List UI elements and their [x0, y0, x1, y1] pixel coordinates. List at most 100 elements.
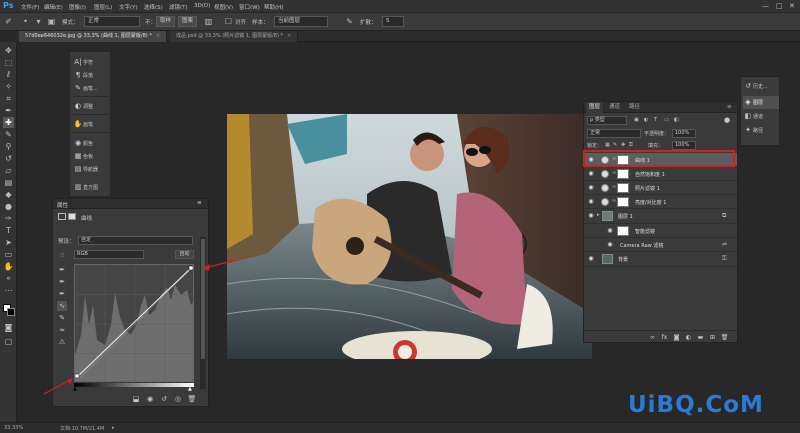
sample-select[interactable]: 当前图层 — [274, 16, 328, 27]
pattern-picker-icon[interactable]: ▥ — [203, 16, 214, 27]
lock-position-icon[interactable]: ✥ — [621, 142, 625, 148]
brush-tool-icon[interactable]: ✎ — [3, 129, 14, 140]
channel-select[interactable]: RGB — [74, 250, 144, 259]
document-tab-active[interactable]: 57d0ee646032e.jpg @ 33.3% (曲线 1, 图层蒙版/8)… — [19, 31, 168, 42]
filter-shape-icon[interactable]: ▭ — [664, 117, 669, 123]
move-tool-icon[interactable]: ✥ — [3, 45, 14, 56]
tab-layers[interactable]: 图层 — [586, 102, 604, 113]
pen-tool-icon[interactable]: ✑ — [3, 213, 14, 224]
visibility-eye-icon[interactable]: ◉ — [587, 170, 595, 178]
panel-histogram[interactable]: ▥ 直方图 — [73, 181, 111, 193]
lock-transparent-icon[interactable]: ▦ — [605, 142, 610, 148]
menu-view[interactable]: 视图(V) — [214, 3, 233, 11]
preset-select[interactable]: 自定 — [78, 236, 193, 245]
smooth-curve-icon[interactable]: ≈ — [57, 325, 67, 335]
visibility-eye-icon[interactable]: ◉ — [587, 184, 595, 192]
link-layers-icon[interactable]: ∞ — [648, 333, 657, 342]
crop-tool-icon[interactable]: ⌗ — [3, 93, 14, 104]
menu-window[interactable]: 窗口(W) — [239, 3, 260, 11]
lock-image-icon[interactable]: ✎ — [613, 142, 617, 148]
layer-row[interactable]: ◉ Camera Raw 滤镜 ⇌ — [584, 238, 737, 252]
clip-to-layer-icon[interactable]: ⬓ — [131, 394, 141, 404]
path-select-tool-icon[interactable]: ➤ — [3, 237, 14, 248]
history-brush-tool-icon[interactable]: ↺ — [3, 153, 14, 164]
tab-channels[interactable]: 通道 — [606, 102, 623, 113]
layer-row[interactable]: ◉ ▸ 图层 1 ⧉ — [584, 209, 737, 224]
scrollbar-thumb[interactable] — [201, 239, 205, 359]
opacity-input[interactable]: 100% — [672, 129, 696, 138]
layer-row[interactable]: ◉ ∞ 亮度/对比度 1 — [584, 195, 737, 209]
expand-arrow-icon[interactable]: ▸ — [597, 212, 600, 218]
panel-color[interactable]: ◉ 颜色 — [73, 137, 111, 149]
menu-image[interactable]: 图像(I) — [69, 3, 86, 11]
visibility-eye-icon[interactable]: ◉ — [587, 198, 595, 206]
quick-select-tool-icon[interactable]: ✧ — [3, 81, 14, 92]
eraser-tool-icon[interactable]: ▱ — [3, 165, 14, 176]
black-point-eyedropper-icon[interactable]: ✒ — [57, 265, 67, 275]
zoom-level[interactable]: 33.33% — [4, 425, 23, 431]
healing-brush-tool-icon[interactable]: ✐ — [3, 16, 14, 27]
zoom-tool-icon[interactable]: ⚬ — [3, 273, 14, 284]
hand-tool-icon[interactable]: ✋ — [3, 261, 14, 272]
fill-input[interactable]: 100% — [672, 141, 696, 150]
marquee-tool-icon[interactable]: ⬚ — [3, 57, 14, 68]
blur-tool-icon[interactable]: ◆ — [3, 189, 14, 200]
menu-file[interactable]: 文件(F) — [21, 3, 39, 11]
filter-type-icon[interactable]: T — [654, 117, 657, 123]
healing-brush-tool-icon[interactable]: ✚ — [3, 117, 14, 128]
panel-swatches[interactable]: ▦ 色板 — [73, 150, 111, 162]
layer-row[interactable]: ◉ 智能滤镜 — [584, 224, 737, 238]
aligned-checkbox[interactable]: ☐ — [223, 16, 234, 27]
panel-menu-icon[interactable]: ≡ — [197, 200, 202, 206]
trash-icon[interactable]: 🗑 — [720, 333, 729, 342]
mask-icon[interactable] — [68, 213, 76, 220]
mode-select[interactable]: 正常 — [84, 16, 140, 27]
pattern-button[interactable]: 图案 — [178, 16, 198, 27]
layer-mask-thumbnail[interactable] — [617, 169, 629, 179]
edit-points-curve-icon[interactable]: ∿ — [57, 301, 67, 311]
status-menu-arrow-icon[interactable]: ▸ — [112, 425, 115, 431]
visibility-eye-icon[interactable]: ◉ — [606, 227, 614, 235]
maximize-button[interactable]: □ — [776, 2, 783, 10]
panel-brush-settings[interactable]: ✎ 画笔... — [73, 82, 111, 94]
filter-toggle-icon[interactable]: ● — [724, 116, 730, 124]
menu-help[interactable]: 帮助(H) — [264, 3, 283, 11]
visibility-eye-icon[interactable]: ◉ — [587, 212, 595, 220]
menu-type[interactable]: 文字(Y) — [119, 3, 138, 11]
curves-graph[interactable] — [74, 264, 194, 382]
new-layer-icon[interactable]: ⊞ — [708, 333, 717, 342]
panel-history[interactable]: ↺ 历史... — [743, 80, 779, 93]
clone-stamp-tool-icon[interactable]: ⚲ — [3, 141, 14, 152]
visibility-eye-icon[interactable]: ◎ — [173, 394, 183, 404]
layer-filter-select[interactable]: ρ 类型 — [587, 116, 627, 125]
tab-paths[interactable]: 路径 — [626, 102, 643, 113]
background-color-swatch[interactable] — [7, 308, 15, 316]
gray-point-eyedropper-icon[interactable]: ✒ — [57, 277, 67, 287]
panel-paths[interactable]: ✦ 路径 — [743, 124, 779, 137]
view-previous-icon[interactable]: ◉ — [145, 394, 155, 404]
visibility-eye-icon[interactable]: ◉ — [606, 241, 614, 249]
add-mask-icon[interactable]: ◙ — [672, 333, 681, 342]
new-group-icon[interactable]: ▬ — [696, 333, 705, 342]
panel-menu-icon[interactable]: ≡ — [724, 102, 735, 113]
draw-curve-pencil-icon[interactable]: ✎ — [57, 313, 67, 323]
toggle-panel-icon[interactable]: ▣ — [46, 16, 57, 27]
filter-mask-thumbnail[interactable] — [617, 226, 629, 236]
trash-icon[interactable]: 🗑 — [187, 394, 197, 404]
close-icon[interactable]: × — [156, 33, 160, 39]
filter-adjust-icon[interactable]: ◐ — [644, 117, 648, 123]
dropdown-arrow-icon[interactable]: ▾ — [33, 16, 44, 27]
pressure-icon[interactable]: ✎ — [344, 16, 355, 27]
white-point-eyedropper-icon[interactable]: ✒ — [57, 289, 67, 299]
filter-pixel-icon[interactable]: ▣ — [634, 117, 639, 123]
lock-all-icon[interactable]: ⚿ — [629, 142, 633, 148]
gradient-tool-icon[interactable]: ▤ — [3, 177, 14, 188]
more-tools-icon[interactable]: ⋯ — [3, 285, 14, 296]
dodge-tool-icon[interactable]: ● — [3, 201, 14, 212]
panel-navigator[interactable]: ▤ 导航器 — [73, 163, 111, 175]
panel-paragraph[interactable]: ¶ 段落 — [73, 69, 111, 81]
auto-button[interactable]: 自动 — [175, 250, 194, 259]
layer-mask-thumbnail[interactable] — [617, 183, 629, 193]
screen-mode-icon[interactable]: ▢ — [3, 336, 14, 347]
menu-select[interactable]: 选择(S) — [144, 3, 163, 11]
